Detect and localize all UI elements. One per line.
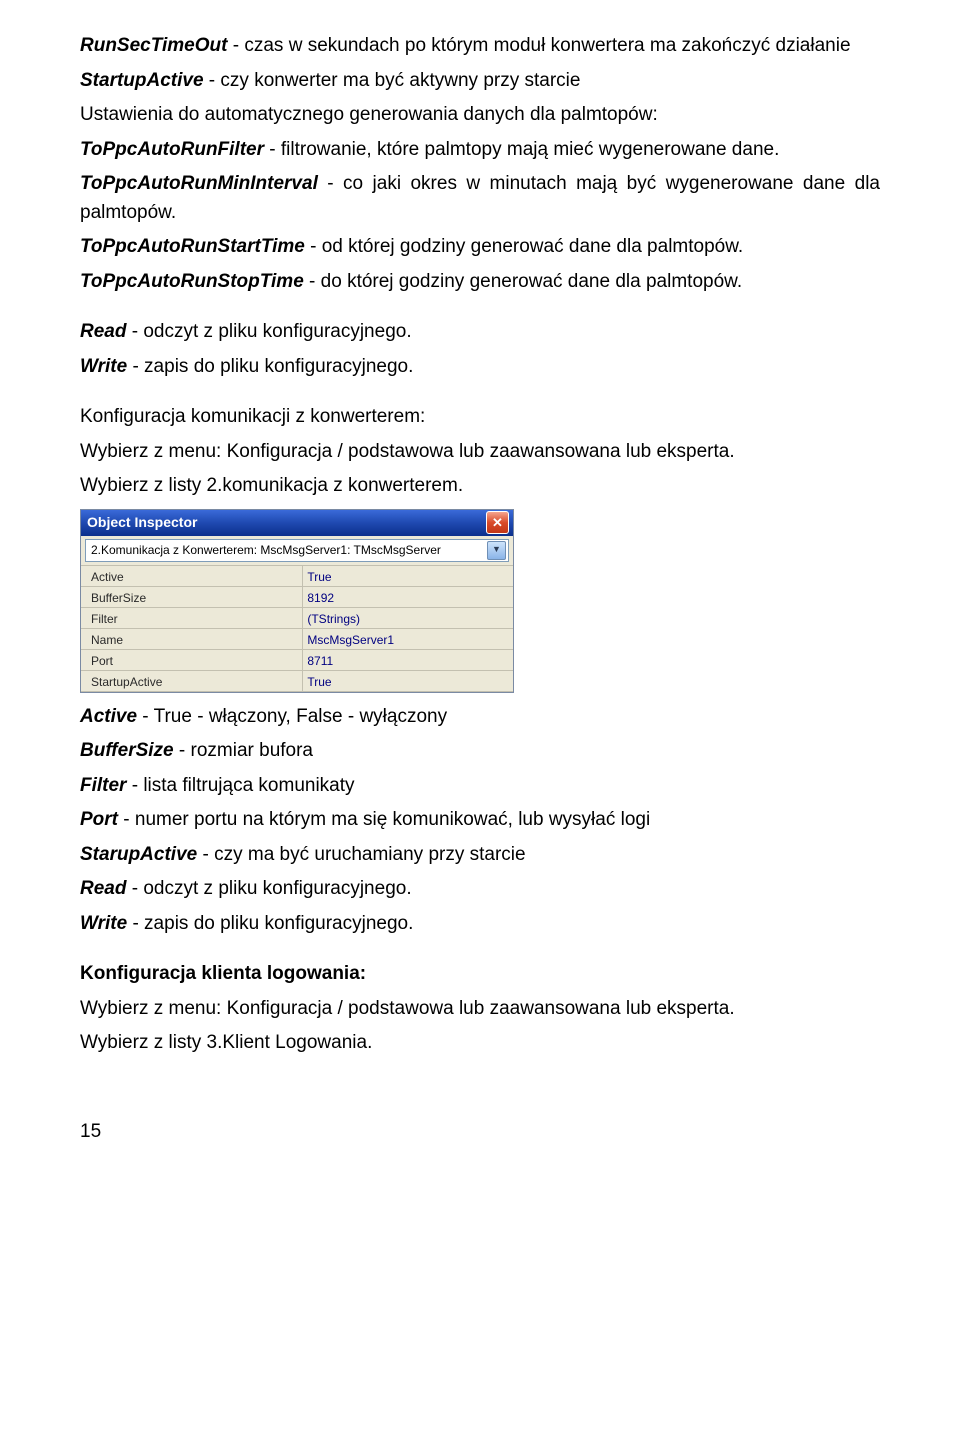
text: - True - włączony, False - wyłączony (137, 706, 447, 727)
prop-name: BufferSize (81, 587, 303, 607)
object-dropdown[interactable]: 2.Komunikacja z Konwerterem: MscMsgServe… (85, 539, 509, 562)
close-icon[interactable]: ✕ (486, 511, 509, 534)
para-write-1: Write - zapis do pliku konfiguracyjnego. (80, 353, 880, 382)
para-buffersize: BufferSize - rozmiar bufora (80, 737, 880, 766)
para-port: Port - numer portu na którym ma się komu… (80, 806, 880, 835)
table-row[interactable]: Port 8711 (81, 650, 513, 671)
text: - filtrowanie, które palmtopy mają mieć … (264, 139, 779, 160)
term: Read (80, 321, 126, 342)
term: StartupActive (80, 70, 204, 91)
titlebar[interactable]: Object Inspector ✕ (81, 510, 513, 536)
prop-value[interactable]: MscMsgServer1 (303, 629, 513, 649)
para-wybierz-listy-1: Wybierz z listy 2.komunikacja z konwerte… (80, 472, 880, 501)
text: - od której godziny generować dane dla p… (305, 236, 743, 257)
term: ToPpcAutoRunMinInterval (80, 173, 318, 194)
text: - czy konwerter ma być aktywny przy star… (204, 70, 581, 91)
term: Write (80, 356, 127, 377)
text: - odczyt z pliku konfiguracyjnego. (126, 321, 411, 342)
property-grid: Active True BufferSize 8192 Filter (TStr… (81, 565, 513, 692)
prop-value[interactable]: True (303, 566, 513, 586)
prop-name: Filter (81, 608, 303, 628)
dropdown-text: 2.Komunikacja z Konwerterem: MscMsgServe… (91, 541, 441, 559)
window-title: Object Inspector (87, 512, 197, 533)
table-row[interactable]: StartupActive True (81, 671, 513, 692)
text: - zapis do pliku konfiguracyjnego. (127, 913, 413, 934)
term: StarupActive (80, 844, 197, 865)
text: - odczyt z pliku konfiguracyjnego. (126, 878, 411, 899)
prop-value[interactable]: True (303, 671, 513, 691)
text: - lista filtrująca komunikaty (126, 775, 354, 796)
para-startupactive: StartupActive - czy konwerter ma być akt… (80, 67, 880, 96)
dropdown-bar: 2.Komunikacja z Konwerterem: MscMsgServe… (81, 536, 513, 565)
text: - zapis do pliku konfiguracyjnego. (127, 356, 413, 377)
term: Filter (80, 775, 126, 796)
term: Port (80, 809, 118, 830)
para-runsectimeout: RunSecTimeOut - czas w sekundach po któr… (80, 32, 880, 61)
object-inspector-window: Object Inspector ✕ 2.Komunikacja z Konwe… (80, 509, 514, 693)
para-active: Active - True - włączony, False - wyłącz… (80, 703, 880, 732)
para-wybierz-menu-1: Wybierz z menu: Konfiguracja / podstawow… (80, 438, 880, 467)
para-read-2: Read - odczyt z pliku konfiguracyjnego. (80, 875, 880, 904)
para-wybierz-listy-2: Wybierz z listy 3.Klient Logowania. (80, 1029, 880, 1058)
term: ToPpcAutoRunStartTime (80, 236, 305, 257)
term: RunSecTimeOut (80, 35, 227, 56)
text: - do której godziny generować dane dla p… (304, 271, 742, 292)
table-row[interactable]: Filter (TStrings) (81, 608, 513, 629)
text: - czas w sekundach po którym moduł konwe… (227, 35, 850, 56)
text: - rozmiar bufora (174, 740, 313, 761)
prop-value[interactable]: 8192 (303, 587, 513, 607)
term: Active (80, 706, 137, 727)
table-row[interactable]: BufferSize 8192 (81, 587, 513, 608)
prop-name: Port (81, 650, 303, 670)
para-settings-intro: Ustawienia do automatycznego generowania… (80, 101, 880, 130)
para-toppcautorunstarttime: ToPpcAutoRunStartTime - od której godzin… (80, 233, 880, 262)
table-row[interactable]: Active True (81, 566, 513, 587)
para-toppcautorunmininterval: ToPpcAutoRunMinInterval - co jaki okres … (80, 170, 880, 227)
text: - numer portu na którym ma się komunikow… (118, 809, 650, 830)
para-read-1: Read - odczyt z pliku konfiguracyjnego. (80, 318, 880, 347)
para-konf-komunikacji: Konfiguracja komunikacji z konwerterem: (80, 403, 880, 432)
chevron-down-icon[interactable]: ▼ (487, 541, 506, 560)
term: ToPpcAutoRunFilter (80, 139, 264, 160)
table-row[interactable]: Name MscMsgServer1 (81, 629, 513, 650)
prop-name: StartupActive (81, 671, 303, 691)
prop-name: Active (81, 566, 303, 586)
prop-value[interactable]: (TStrings) (303, 608, 513, 628)
term: Write (80, 913, 127, 934)
page-number: 15 (80, 1118, 880, 1147)
term: BufferSize (80, 740, 174, 761)
prop-value[interactable]: 8711 (303, 650, 513, 670)
para-write-2: Write - zapis do pliku konfiguracyjnego. (80, 910, 880, 939)
term: ToPpcAutoRunStopTime (80, 271, 304, 292)
para-toppcautorunstoptime: ToPpcAutoRunStopTime - do której godziny… (80, 268, 880, 297)
para-toppcautorunfilter: ToPpcAutoRunFilter - filtrowanie, które … (80, 136, 880, 165)
term: Read (80, 878, 126, 899)
para-filter: Filter - lista filtrująca komunikaty (80, 772, 880, 801)
heading-klient-logowania: Konfiguracja klienta logowania: (80, 960, 880, 989)
text: - czy ma być uruchamiany przy starcie (197, 844, 525, 865)
para-starupactive: StarupActive - czy ma być uruchamiany pr… (80, 841, 880, 870)
para-wybierz-menu-2: Wybierz z menu: Konfiguracja / podstawow… (80, 995, 880, 1024)
prop-name: Name (81, 629, 303, 649)
